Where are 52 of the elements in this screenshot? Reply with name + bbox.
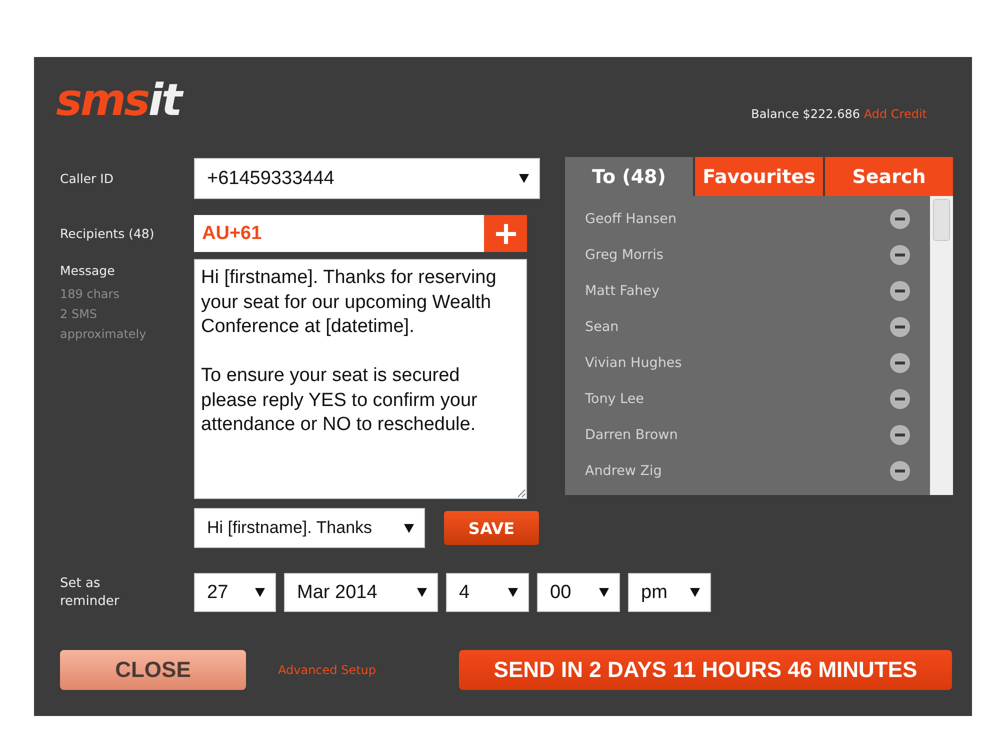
caret-icon [519, 174, 529, 183]
recipients-field[interactable]: AU+61 [194, 215, 484, 252]
remove-icon[interactable] [890, 245, 910, 265]
dropdown[interactable]: Mar 2014 [284, 573, 438, 612]
balance-text: Balance $222.686 [751, 107, 860, 121]
contact-name: Sean [585, 319, 619, 335]
caller-id-dropdown[interactable]: +61459333444 [194, 158, 540, 199]
message-stat: 2 SMS [60, 306, 98, 323]
dropdown[interactable]: 4 [446, 573, 529, 612]
field-label: Message [60, 263, 116, 278]
close-button[interactable]: CLOSE [60, 650, 246, 690]
field-label: Caller ID [60, 171, 114, 186]
remove-icon[interactable] [890, 281, 910, 301]
add-credit-link[interactable]: Add Credit [864, 107, 927, 121]
plus-icon [496, 224, 516, 244]
caret-icon [508, 588, 518, 597]
template-dropdown[interactable]: Hi [firstname]. Thanks [194, 508, 425, 548]
contact-name: Tony Lee [585, 391, 644, 407]
contact-name: Vivian Hughes [585, 355, 682, 371]
send-button[interactable]: SEND IN 2 DAYS 11 HOURS 46 MINUTES [459, 650, 952, 690]
contact-name: Darren Brown [585, 427, 678, 443]
field-label: Recipients (48) [60, 226, 156, 241]
message-stat: approximately [60, 326, 148, 343]
contact-name: Geoff Hansen [585, 211, 676, 227]
caret-icon [599, 588, 609, 597]
dropdown[interactable]: 27 [194, 573, 276, 612]
save-button[interactable]: SAVE [444, 511, 539, 545]
contact-name: Matt Fahey [585, 283, 660, 299]
advanced-setup-link[interactable]: Advanced Setup [278, 663, 459, 677]
contact-name: Greg Morris [585, 247, 664, 263]
remove-icon[interactable] [890, 389, 910, 409]
scrollbar[interactable] [930, 196, 953, 495]
caret-icon [417, 588, 427, 597]
caret-icon [690, 588, 700, 597]
caret-icon [255, 588, 265, 597]
add-button[interactable] [484, 215, 527, 252]
message-stat: 189 chars [60, 286, 120, 303]
message-field[interactable]: Hi [firstname]. Thanks for reserving your seat for our upcoming Wealth Conference at [datetime]. To ensure your seat is secured please reply YES to confirm your attendance or NO to reschedule. [194, 259, 527, 499]
remove-icon[interactable] [890, 317, 910, 337]
logo: smsit [56, 77, 180, 125]
tab[interactable]: Search [825, 157, 953, 196]
remove-icon[interactable] [890, 425, 910, 445]
remove-icon[interactable] [890, 209, 910, 229]
contact-name: Andrew Zig [585, 463, 662, 479]
dropdown[interactable]: pm [628, 573, 711, 612]
remove-icon[interactable] [890, 353, 910, 373]
tab[interactable]: Favourites [695, 157, 823, 196]
caret-icon [404, 524, 414, 532]
remove-icon[interactable] [890, 461, 910, 481]
field-label: Set as reminder [60, 574, 120, 610]
tab[interactable]: To (48) [565, 157, 693, 196]
dropdown[interactable]: 00 [537, 573, 620, 612]
